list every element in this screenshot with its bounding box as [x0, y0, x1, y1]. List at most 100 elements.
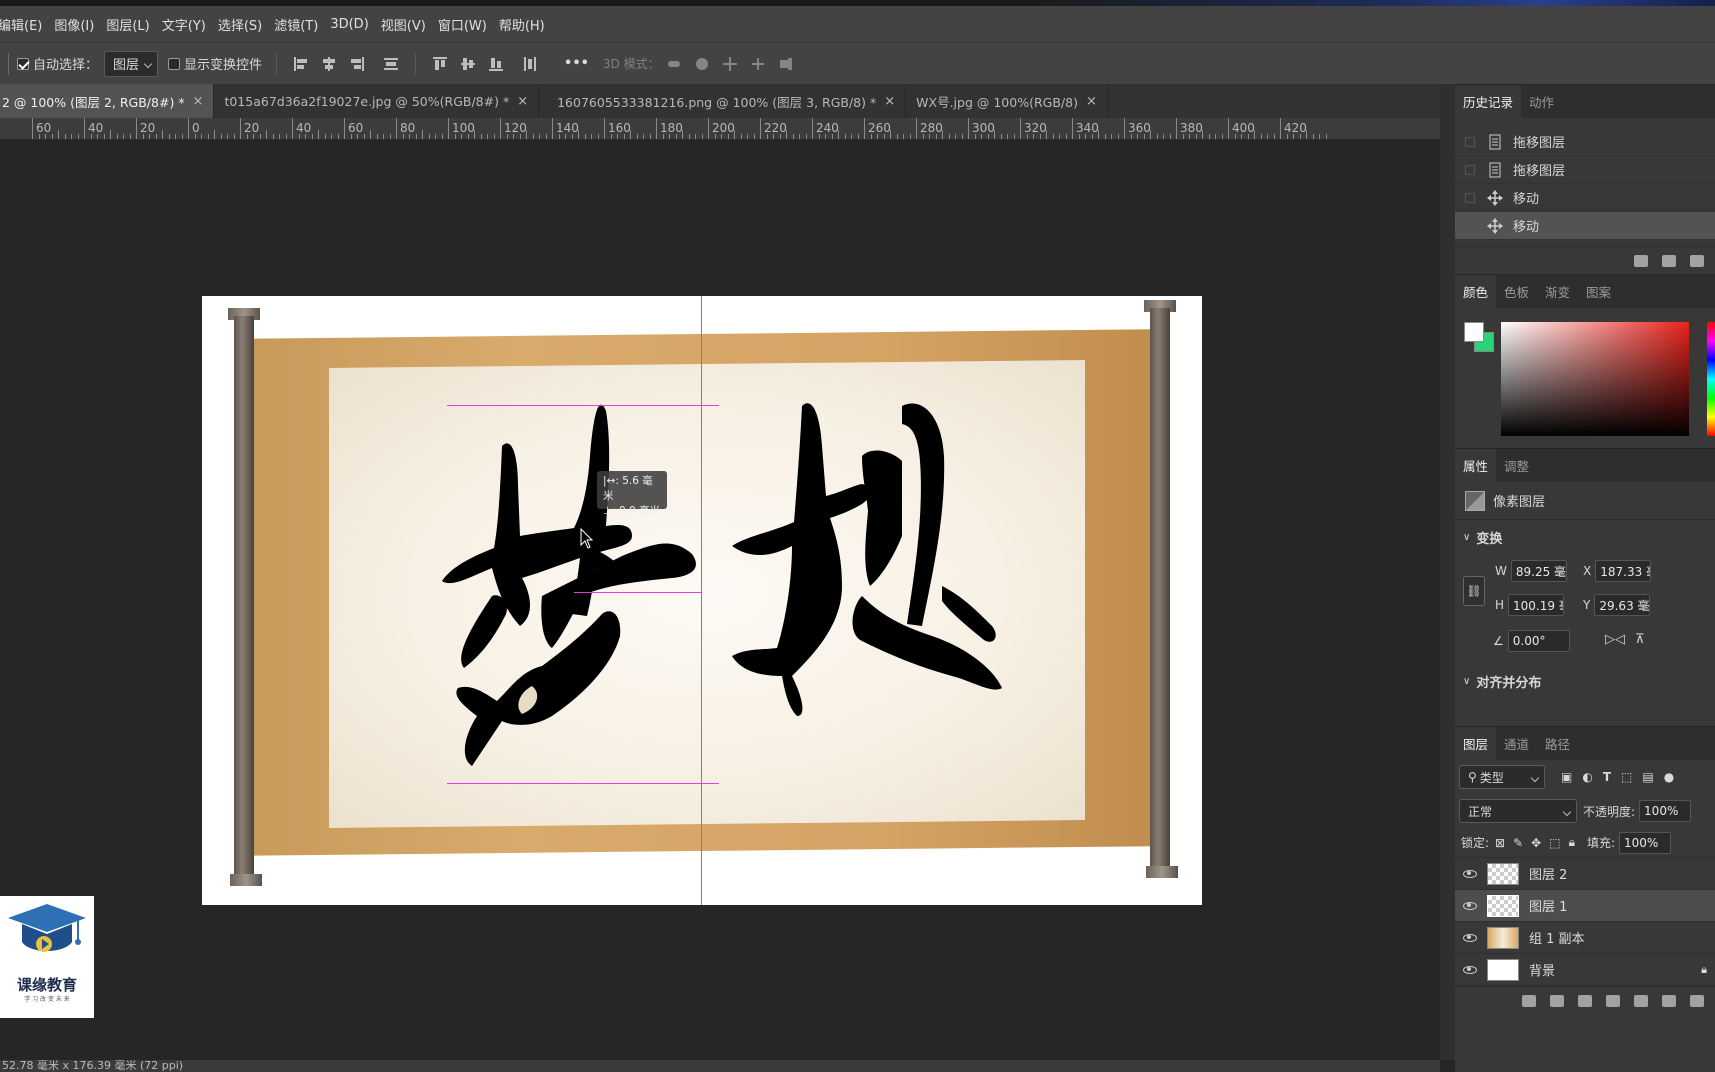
- layer-row[interactable]: 组 1 副本: [1455, 922, 1715, 954]
- auto-select-checkbox[interactable]: 自动选择：: [17, 54, 98, 73]
- camera-icon[interactable]: [1662, 254, 1676, 267]
- tab-paths[interactable]: 路径: [1537, 727, 1578, 760]
- menu-help[interactable]: 帮助(H): [499, 15, 545, 34]
- saturation-value-field[interactable]: [1501, 322, 1689, 436]
- snapshot-checkbox[interactable]: [1465, 136, 1475, 147]
- history-item[interactable]: 移动: [1455, 184, 1715, 212]
- tab-patterns[interactable]: 图案: [1578, 275, 1619, 308]
- history-item[interactable]: 拖移图层: [1455, 156, 1715, 184]
- horizontal-ruler[interactable]: 60 40 20 0 20 40 60 80 100 120 140 160 180 200 220 240 2…: [0, 118, 1440, 140]
- menu-3d[interactable]: 3D(D): [330, 17, 368, 32]
- blend-mode-dropdown[interactable]: 正常: [1459, 799, 1577, 823]
- tab-color[interactable]: 颜色: [1455, 275, 1497, 308]
- align-left-icon[interactable]: [293, 56, 309, 72]
- close-icon[interactable]: ×: [517, 94, 528, 109]
- document-canvas[interactable]: [202, 296, 1202, 905]
- lock-move-icon[interactable]: ✥: [1531, 836, 1541, 850]
- trash-icon[interactable]: [1690, 994, 1704, 1007]
- y-input[interactable]: 29.63 毫米: [1594, 594, 1651, 616]
- tab-document-1[interactable]: 2 @ 100% (图层 2, RGB/8#) * ×: [0, 84, 215, 118]
- fill-input[interactable]: 100%: [1619, 831, 1672, 854]
- 3d-pan-icon[interactable]: [722, 56, 738, 72]
- align-bottom-icon[interactable]: [488, 56, 504, 72]
- align-middle-v-icon[interactable]: [460, 56, 476, 72]
- align-right-icon[interactable]: [349, 56, 365, 72]
- vertical-scrollbar[interactable]: [1440, 84, 1455, 1060]
- more-options-button[interactable]: •••: [564, 56, 589, 71]
- 3d-slide-icon[interactable]: [750, 56, 766, 72]
- tab-document-2[interactable]: t015a67d36a2f19027e.jpg @ 50%(RGB/8#) * ×: [214, 84, 540, 118]
- width-input[interactable]: 89.25 毫米: [1510, 560, 1567, 582]
- flip-horizontal-icon[interactable]: ▷◁: [1605, 632, 1625, 647]
- align-center-h-icon[interactable]: [321, 56, 337, 72]
- distribute-v-icon[interactable]: [522, 56, 538, 72]
- foreground-color-swatch[interactable]: [1464, 322, 1484, 342]
- filter-shape-icon[interactable]: ⬚: [1621, 770, 1632, 784]
- close-icon[interactable]: ×: [193, 94, 204, 109]
- tab-swatches[interactable]: 色板: [1496, 275, 1537, 308]
- hue-slider[interactable]: [1707, 322, 1715, 436]
- 3d-scale-icon[interactable]: [778, 56, 794, 72]
- link-dimensions-icon[interactable]: ⛓: [1463, 576, 1485, 606]
- calligraphy-artwork[interactable]: [202, 296, 1202, 905]
- tab-channels[interactable]: 通道: [1496, 727, 1537, 760]
- menu-edit[interactable]: 编辑(E): [0, 15, 42, 34]
- menu-window[interactable]: 窗口(W): [438, 15, 487, 34]
- menu-filter[interactable]: 滤镜(T): [274, 15, 318, 34]
- lock-transparent-icon[interactable]: ⊠: [1495, 836, 1505, 850]
- lock-brush-icon[interactable]: ✎: [1513, 836, 1523, 850]
- distribute-h-icon[interactable]: [383, 56, 399, 72]
- height-input[interactable]: 100.19 毫: [1508, 594, 1565, 616]
- angle-input[interactable]: 0.00°: [1507, 630, 1570, 652]
- filter-pixel-icon[interactable]: ▣: [1561, 770, 1572, 784]
- snapshot-checkbox[interactable]: [1465, 192, 1475, 203]
- 3d-roll-icon[interactable]: [694, 56, 710, 72]
- snapshot-checkbox[interactable]: [1465, 220, 1475, 231]
- tab-document-3[interactable]: 1607605533381216.png @ 100% (图层 3, RGB/8…: [539, 84, 907, 118]
- show-transform-checkbox[interactable]: 显示变换控件: [168, 54, 262, 73]
- filter-adjust-icon[interactable]: ◐: [1582, 770, 1592, 784]
- new-document-icon[interactable]: [1634, 254, 1648, 267]
- menu-type[interactable]: 文字(Y): [162, 15, 206, 34]
- filter-toggle-icon[interactable]: ●: [1664, 770, 1674, 784]
- x-input[interactable]: 187.33 毫: [1595, 560, 1652, 582]
- fx-icon[interactable]: [1550, 994, 1564, 1007]
- 3d-orbit-icon[interactable]: [666, 56, 682, 72]
- visibility-eye-icon[interactable]: [1463, 869, 1477, 878]
- close-icon[interactable]: ×: [884, 94, 895, 109]
- opacity-input[interactable]: 100%: [1639, 800, 1692, 822]
- tab-properties[interactable]: 属性: [1455, 449, 1497, 482]
- history-item-selected[interactable]: 移动: [1455, 212, 1715, 240]
- flip-vertical-icon[interactable]: ⊼: [1635, 632, 1645, 647]
- menu-view[interactable]: 视图(V): [381, 15, 426, 34]
- align-top-icon[interactable]: [432, 56, 448, 72]
- link-layers-icon[interactable]: [1522, 994, 1536, 1007]
- snapshot-checkbox[interactable]: [1465, 164, 1475, 175]
- tab-adjustments[interactable]: 调整: [1496, 449, 1537, 482]
- filter-smart-icon[interactable]: ▤: [1642, 770, 1653, 784]
- trash-icon[interactable]: [1690, 254, 1704, 267]
- layer-row[interactable]: 背景 🔒︎: [1455, 954, 1715, 986]
- lock-all-icon[interactable]: 🔒︎: [1569, 835, 1575, 850]
- tab-document-4[interactable]: WX号.jpg @ 100%(RGB/8) ×: [906, 84, 1108, 118]
- menu-select[interactable]: 选择(S): [218, 15, 262, 34]
- menu-image[interactable]: 图像(I): [54, 15, 94, 34]
- transform-section-header[interactable]: ∨ 变换: [1455, 520, 1715, 554]
- add-mask-icon[interactable]: [1578, 994, 1592, 1007]
- tab-layers[interactable]: 图层: [1455, 727, 1497, 760]
- lock-artboard-icon[interactable]: ⬚: [1549, 836, 1560, 850]
- visibility-eye-icon[interactable]: [1463, 933, 1477, 942]
- tab-actions[interactable]: 动作: [1521, 85, 1562, 118]
- close-icon[interactable]: ×: [1086, 94, 1097, 109]
- layer-filter-dropdown[interactable]: ⚲ 类型: [1459, 765, 1545, 789]
- new-layer-icon[interactable]: [1662, 994, 1676, 1007]
- align-section-header[interactable]: ∨ 对齐并分布: [1455, 664, 1715, 698]
- history-item[interactable]: 拖移图层: [1455, 128, 1715, 156]
- visibility-eye-icon[interactable]: [1463, 901, 1477, 910]
- filter-type-icon[interactable]: T: [1603, 770, 1611, 784]
- visibility-eye-icon[interactable]: [1463, 965, 1477, 974]
- tab-gradients[interactable]: 渐变: [1537, 275, 1578, 308]
- layer-row-selected[interactable]: 图层 1: [1455, 890, 1715, 922]
- adjustment-layer-icon[interactable]: [1606, 994, 1620, 1007]
- tab-history[interactable]: 历史记录: [1455, 85, 1522, 118]
